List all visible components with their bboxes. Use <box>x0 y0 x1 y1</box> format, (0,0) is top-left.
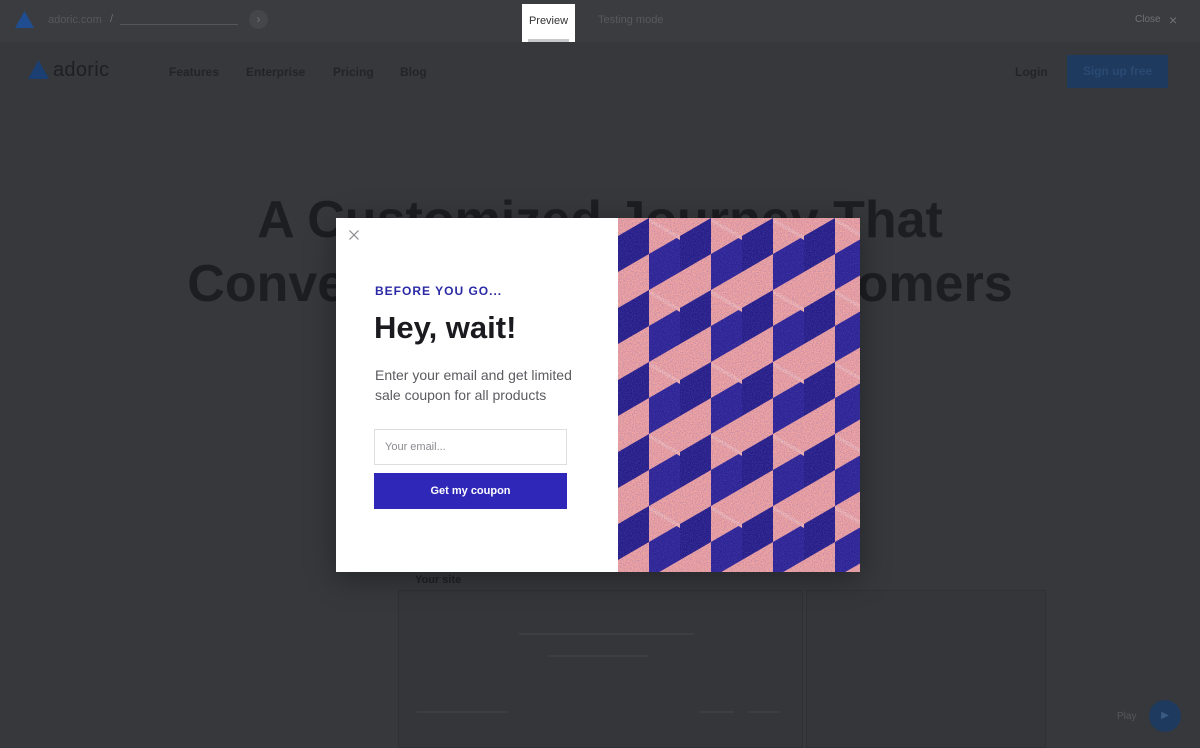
signup-button[interactable]: Sign up free <box>1067 55 1168 88</box>
close-icon[interactable] <box>348 229 360 241</box>
site-brand[interactable]: adoric <box>53 59 109 82</box>
tab-preview-label: Preview <box>528 15 569 27</box>
geometric-pattern-image <box>618 218 860 572</box>
popup-eyebrow: BEFORE YOU GO... <box>375 284 503 298</box>
play-label: Play <box>1117 711 1137 722</box>
tab-testing-mode[interactable]: Testing mode <box>598 14 663 26</box>
nav-blog[interactable]: Blog <box>400 65 427 79</box>
popup-title: Hey, wait! <box>374 310 517 345</box>
popup-description: Enter your email and get limited sale co… <box>375 367 572 403</box>
preview-toolbar: adoric.com / › Preview Testing mode Clos… <box>0 0 1200 42</box>
tab-preview[interactable]: Preview <box>522 4 575 42</box>
close-icon[interactable]: × <box>1169 13 1177 27</box>
url-path-input[interactable] <box>120 24 238 25</box>
email-field[interactable] <box>374 429 567 465</box>
tab-active-indicator <box>528 39 569 42</box>
preview-url: adoric.com <box>48 14 102 26</box>
nav-enterprise[interactable]: Enterprise <box>246 65 305 79</box>
site-side-card <box>806 590 1046 748</box>
get-coupon-button[interactable]: Get my coupon <box>374 473 567 509</box>
close-preview-button[interactable]: Close <box>1135 14 1161 25</box>
placeholder-line <box>749 711 779 713</box>
site-logo-icon <box>28 60 49 79</box>
site-preview-card <box>398 590 803 748</box>
exit-intent-popup: BEFORE YOU GO... Hey, wait! Enter your e… <box>336 218 860 572</box>
placeholder-line <box>519 633 694 635</box>
adoric-logo-icon <box>15 11 34 28</box>
url-separator: / <box>110 13 114 25</box>
nav-features[interactable]: Features <box>169 65 219 79</box>
play-icon[interactable]: ▶ <box>1149 700 1181 732</box>
placeholder-line <box>417 711 507 713</box>
nav-pricing[interactable]: Pricing <box>333 65 374 79</box>
chevron-right-icon[interactable]: › <box>249 10 268 29</box>
login-link[interactable]: Login <box>1015 65 1048 79</box>
your-site-label: Your site <box>415 574 462 586</box>
placeholder-line <box>699 711 734 713</box>
placeholder-line <box>549 655 649 657</box>
